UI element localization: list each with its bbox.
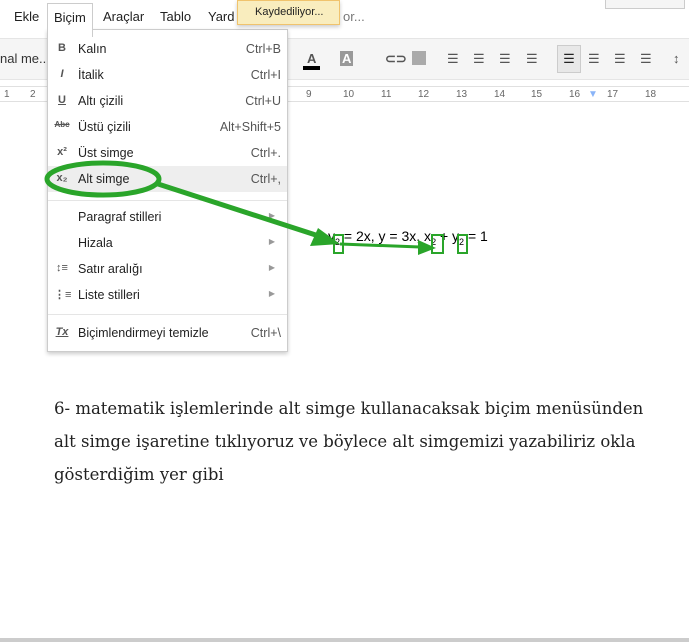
annotation-arrow (154, 180, 326, 241)
annotation-arrow (339, 242, 421, 249)
subscript-marker-box (431, 234, 444, 254)
highlight-ellipse (44, 160, 162, 198)
annotation-overlay (44, 160, 468, 255)
subscript-marker-box (457, 234, 468, 254)
arrow-head (310, 228, 340, 246)
